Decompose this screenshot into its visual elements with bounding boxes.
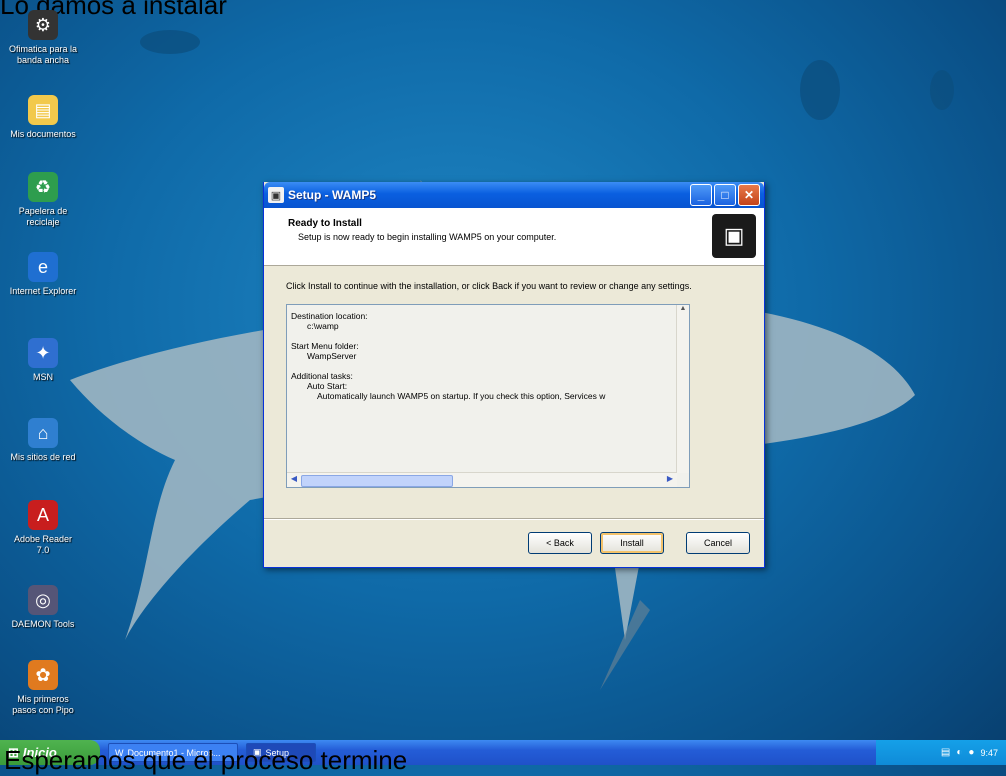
start-menu-label: Start Menu folder: xyxy=(291,341,359,351)
desktop-icon-1[interactable]: ⚙ Ofimatica para la banda ancha xyxy=(8,10,78,66)
fish-decoration xyxy=(800,60,840,120)
desktop-icon-label: Mis primeros pasos con Pipo xyxy=(12,694,74,715)
scroll-left-icon[interactable]: ◀ xyxy=(288,474,300,486)
destination-value: c:\wamp xyxy=(307,321,339,331)
desktop-icon-label: Mis sitios de red xyxy=(10,452,76,462)
back-button[interactable]: < Back xyxy=(528,532,592,554)
window-titlebar[interactable]: ▣ Setup - WAMP5 _ □ ✕ xyxy=(264,182,764,208)
vertical-scrollbar[interactable]: ▲ xyxy=(676,305,689,473)
destination-label: Destination location: xyxy=(291,311,368,321)
network-places-icon: ⌂ xyxy=(28,418,58,448)
close-button[interactable]: ✕ xyxy=(738,184,760,206)
install-summary-box[interactable]: Destination location: c:\wamp Start Menu… xyxy=(286,304,690,488)
folder-icon: ▤ xyxy=(28,95,58,125)
adobe-reader-icon: A xyxy=(28,500,58,530)
tray-clock[interactable]: 9:47 xyxy=(980,748,998,758)
desktop-icon-4[interactable]: e Internet Explorer xyxy=(8,252,78,297)
recycle-bin-icon: ♻ xyxy=(28,172,58,202)
desktop-icon-2[interactable]: ▤ Mis documentos xyxy=(8,95,78,140)
desktop-icon-label: DAEMON Tools xyxy=(11,619,75,629)
install-instructions: Click Install to continue with the insta… xyxy=(286,281,692,291)
tray-app-icon[interactable]: ● xyxy=(968,747,974,758)
wizard-page-title: Ready to Install xyxy=(288,218,362,229)
desktop-icon-label: Adobe Reader 7.0 xyxy=(13,534,73,555)
wizard-page-subtitle: Setup is now ready to begin installing W… xyxy=(298,232,557,242)
setup-app-icon: ▣ xyxy=(268,187,284,203)
fish-decoration xyxy=(140,30,200,54)
first-steps-icon: ✿ xyxy=(28,660,58,690)
setup-window: ▣ Setup - WAMP5 _ □ ✕ Ready to Install S… xyxy=(263,182,765,568)
wizard-body: Click Install to continue with the insta… xyxy=(264,266,764,488)
tray-volume-icon[interactable]: ◐ xyxy=(956,747,962,758)
desktop-icon-label: Papelera de reciclaje xyxy=(18,206,68,227)
installer-computer-icon: ▣ xyxy=(712,214,756,258)
desktop-icon-label: Ofimatica para la banda ancha xyxy=(8,44,78,65)
desktop-icon-label: Mis documentos xyxy=(10,129,76,139)
internet-explorer-icon: e xyxy=(28,252,58,282)
desktop-icon-label: Internet Explorer xyxy=(9,286,77,296)
button-separator xyxy=(264,518,764,520)
scroll-right-icon[interactable]: ▶ xyxy=(664,474,676,486)
wizard-header: Ready to Install Setup is now ready to b… xyxy=(264,208,764,266)
window-title: Setup - WAMP5 xyxy=(288,188,377,202)
start-menu-value: WampServer xyxy=(307,351,357,361)
desktop-icon-9[interactable]: ✿ Mis primeros pasos con Pipo xyxy=(8,660,78,716)
minimize-button[interactable]: _ xyxy=(690,184,712,206)
system-tray: ▤ ◐ ● 9:47 xyxy=(876,740,1006,765)
daemon-tools-icon: ◎ xyxy=(28,585,58,615)
cancel-button[interactable]: Cancel xyxy=(686,532,750,554)
desktop-icon-3[interactable]: ♻ Papelera de reciclaje xyxy=(8,172,78,228)
tray-network-icon[interactable]: ▤ xyxy=(941,747,950,758)
desktop-icon-7[interactable]: A Adobe Reader 7.0 xyxy=(8,500,78,556)
horizontal-scroll-thumb[interactable] xyxy=(301,475,453,487)
horizontal-scrollbar[interactable]: ◀ ▶ xyxy=(287,472,677,487)
scroll-up-icon[interactable]: ▲ xyxy=(677,305,689,317)
wizard-buttons: < Back Install Cancel xyxy=(528,532,750,554)
caption-bottom: Esperamos que el proceso termine xyxy=(4,745,408,775)
summary-text: Destination location: c:\wamp Start Menu… xyxy=(291,311,675,473)
gear-icon: ⚙ xyxy=(28,10,58,40)
maximize-button[interactable]: □ xyxy=(714,184,736,206)
fish-decoration xyxy=(930,70,954,110)
install-button[interactable]: Install xyxy=(600,532,664,554)
desktop-icon-6[interactable]: ⌂ Mis sitios de red xyxy=(8,418,78,463)
desktop-icon-8[interactable]: ◎ DAEMON Tools xyxy=(8,585,78,630)
additional-tasks-label: Additional tasks: xyxy=(291,371,353,381)
auto-start-label: Auto Start: xyxy=(307,381,348,391)
desktop-icon-label: MSN xyxy=(33,372,53,382)
msn-icon: ✦ xyxy=(28,338,58,368)
auto-start-value: Automatically launch WAMP5 on startup. I… xyxy=(317,391,606,401)
desktop-icon-5[interactable]: ✦ MSN xyxy=(8,338,78,383)
